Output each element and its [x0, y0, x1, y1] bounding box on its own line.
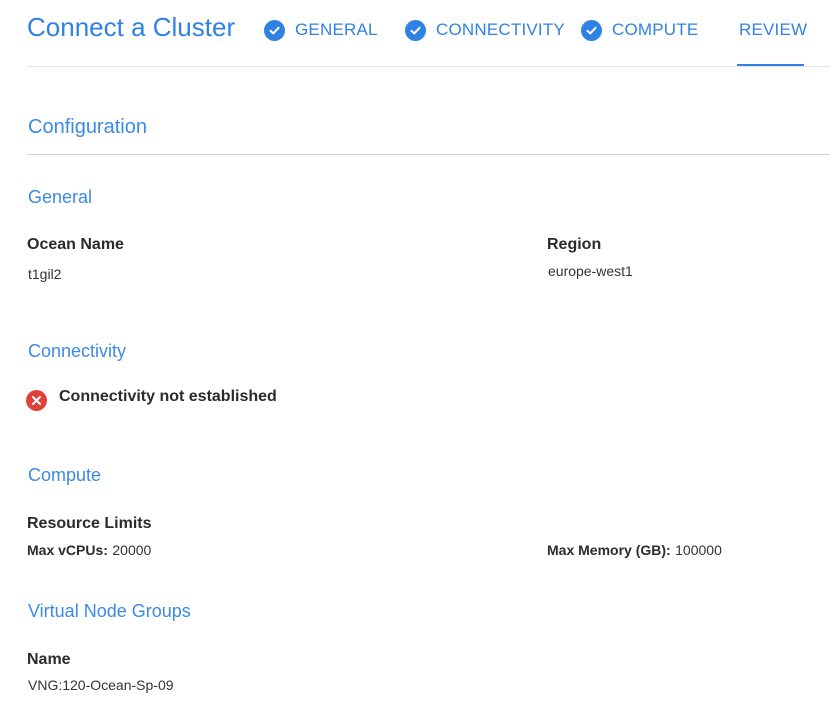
connectivity-status: Connectivity not established	[59, 388, 277, 405]
section-title-compute: Compute	[28, 465, 102, 485]
page-title: Connect a Cluster	[27, 12, 236, 42]
region-value: europe-west1	[548, 263, 633, 279]
check-circle-icon	[405, 19, 426, 41]
check-circle-icon	[264, 19, 285, 41]
step-connectivity[interactable]: CONNECTIVITY	[405, 17, 565, 43]
step-general[interactable]: GENERAL	[264, 17, 378, 43]
section-title-general: General	[28, 187, 93, 207]
configuration-divider	[27, 154, 830, 155]
step-label: CONNECTIVITY	[436, 20, 565, 39]
max-vcpus-row: Max vCPUs: 20000	[27, 542, 151, 560]
ocean-name-value: t1gil2	[28, 266, 62, 282]
section-title-connectivity: Connectivity	[28, 341, 127, 361]
step-compute[interactable]: COMPUTE	[581, 17, 698, 43]
error-x-icon	[26, 390, 47, 411]
ocean-name-label: Ocean Name	[27, 236, 124, 253]
step-label: GENERAL	[295, 20, 378, 39]
vng-name-value: VNG:120-Ocean-Sp-09	[28, 677, 174, 693]
max-memory-label: Max Memory (GB):	[547, 542, 671, 558]
step-label: COMPUTE	[612, 20, 699, 39]
configuration-heading: Configuration	[28, 116, 147, 138]
header-divider	[27, 66, 830, 67]
step-label: REVIEW	[739, 20, 808, 39]
max-memory-row: Max Memory (GB): 100000	[547, 542, 722, 560]
vng-name-label: Name	[27, 651, 71, 668]
section-title-virtual-node-groups: Virtual Node Groups	[28, 601, 191, 621]
step-review[interactable]: REVIEW	[739, 17, 807, 43]
check-circle-icon	[581, 19, 602, 41]
region-label: Region	[547, 236, 602, 253]
max-memory-value: 100000	[675, 542, 722, 558]
max-vcpus-value: 20000	[112, 542, 152, 558]
resource-limits-label: Resource Limits	[27, 515, 152, 532]
max-vcpus-label: Max vCPUs:	[27, 542, 108, 558]
